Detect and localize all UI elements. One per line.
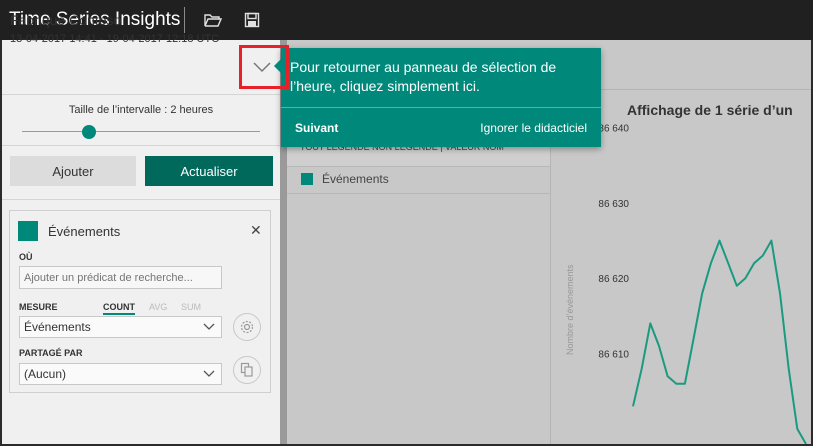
- measure-label: MESURE: [19, 302, 58, 312]
- measure-tab-count[interactable]: COUNT: [103, 302, 135, 315]
- y-tick-label: 86 630: [598, 199, 629, 210]
- split-by-value: (Aucun): [24, 367, 67, 381]
- tooltip-divider: [281, 107, 601, 108]
- refresh-button[interactable]: Actualiser: [145, 156, 273, 186]
- y-tick-label: 86 620: [598, 274, 629, 285]
- time-range: 13-04-2017 14:41 - 19-04-2017 12:18 UTC: [10, 33, 220, 45]
- y-tick-label: 86 640: [598, 124, 629, 135]
- where-label: OÙ: [19, 252, 33, 262]
- interval-slider-thumb[interactable]: [81, 125, 96, 139]
- card-title: Événements: [48, 224, 121, 239]
- measure-select[interactable]: Événements: [19, 316, 222, 338]
- open-folder-icon[interactable]: [202, 9, 224, 31]
- event-card: Événements ✕ OÙ MESURE COUNT AVG SUM Évé…: [9, 210, 271, 393]
- save-icon[interactable]: [241, 9, 263, 31]
- series-line[interactable]: [632, 239, 807, 444]
- measure-select-value: Événements: [24, 320, 91, 334]
- measure-tab-avg[interactable]: AVG: [149, 302, 167, 312]
- legend-row-label: Événements: [322, 172, 389, 186]
- split-by-select[interactable]: (Aucun): [19, 363, 222, 385]
- y-axis-label: Nombre d’événements: [565, 264, 575, 355]
- close-icon[interactable]: ✕: [250, 222, 262, 239]
- split-by-label: PARTAGÉ PAR: [19, 348, 83, 358]
- legend-swatch: [301, 173, 313, 185]
- environment-name: Fabrique Contoso: [10, 12, 122, 28]
- tooltip-text: Pour retourner au panneau de sélection d…: [290, 59, 557, 94]
- add-button[interactable]: Ajouter: [10, 156, 136, 186]
- header-separator: [184, 7, 185, 33]
- chart-title: Affichage de 1 série d’un: [627, 102, 793, 118]
- tutorial-tooltip: Pour retourner au panneau de sélection d…: [274, 48, 601, 147]
- copy-icon[interactable]: [233, 356, 261, 384]
- interval-label: Taille de l’intervalle : 2 heures: [68, 104, 214, 116]
- predicate-input[interactable]: [19, 266, 222, 289]
- chevron-down-icon: [203, 323, 215, 330]
- skip-tutorial-button[interactable]: Ignorer le didacticiel: [480, 121, 587, 135]
- gear-icon[interactable]: [233, 313, 261, 341]
- chevron-down-icon[interactable]: [252, 60, 272, 78]
- measure-tab-sum[interactable]: SUM: [181, 302, 201, 312]
- series-color-swatch[interactable]: [18, 221, 38, 241]
- y-tick-label: 86 610: [598, 350, 629, 361]
- next-button[interactable]: Suivant: [295, 121, 338, 135]
- divider: [2, 94, 280, 95]
- divider: [2, 199, 280, 200]
- divider: [2, 145, 280, 146]
- interval-slider-track[interactable]: [22, 131, 260, 132]
- line-chart: 86 640 86 630 86 620 86 610 Nombre d’événeme…: [565, 124, 807, 444]
- chevron-down-icon: [203, 370, 215, 377]
